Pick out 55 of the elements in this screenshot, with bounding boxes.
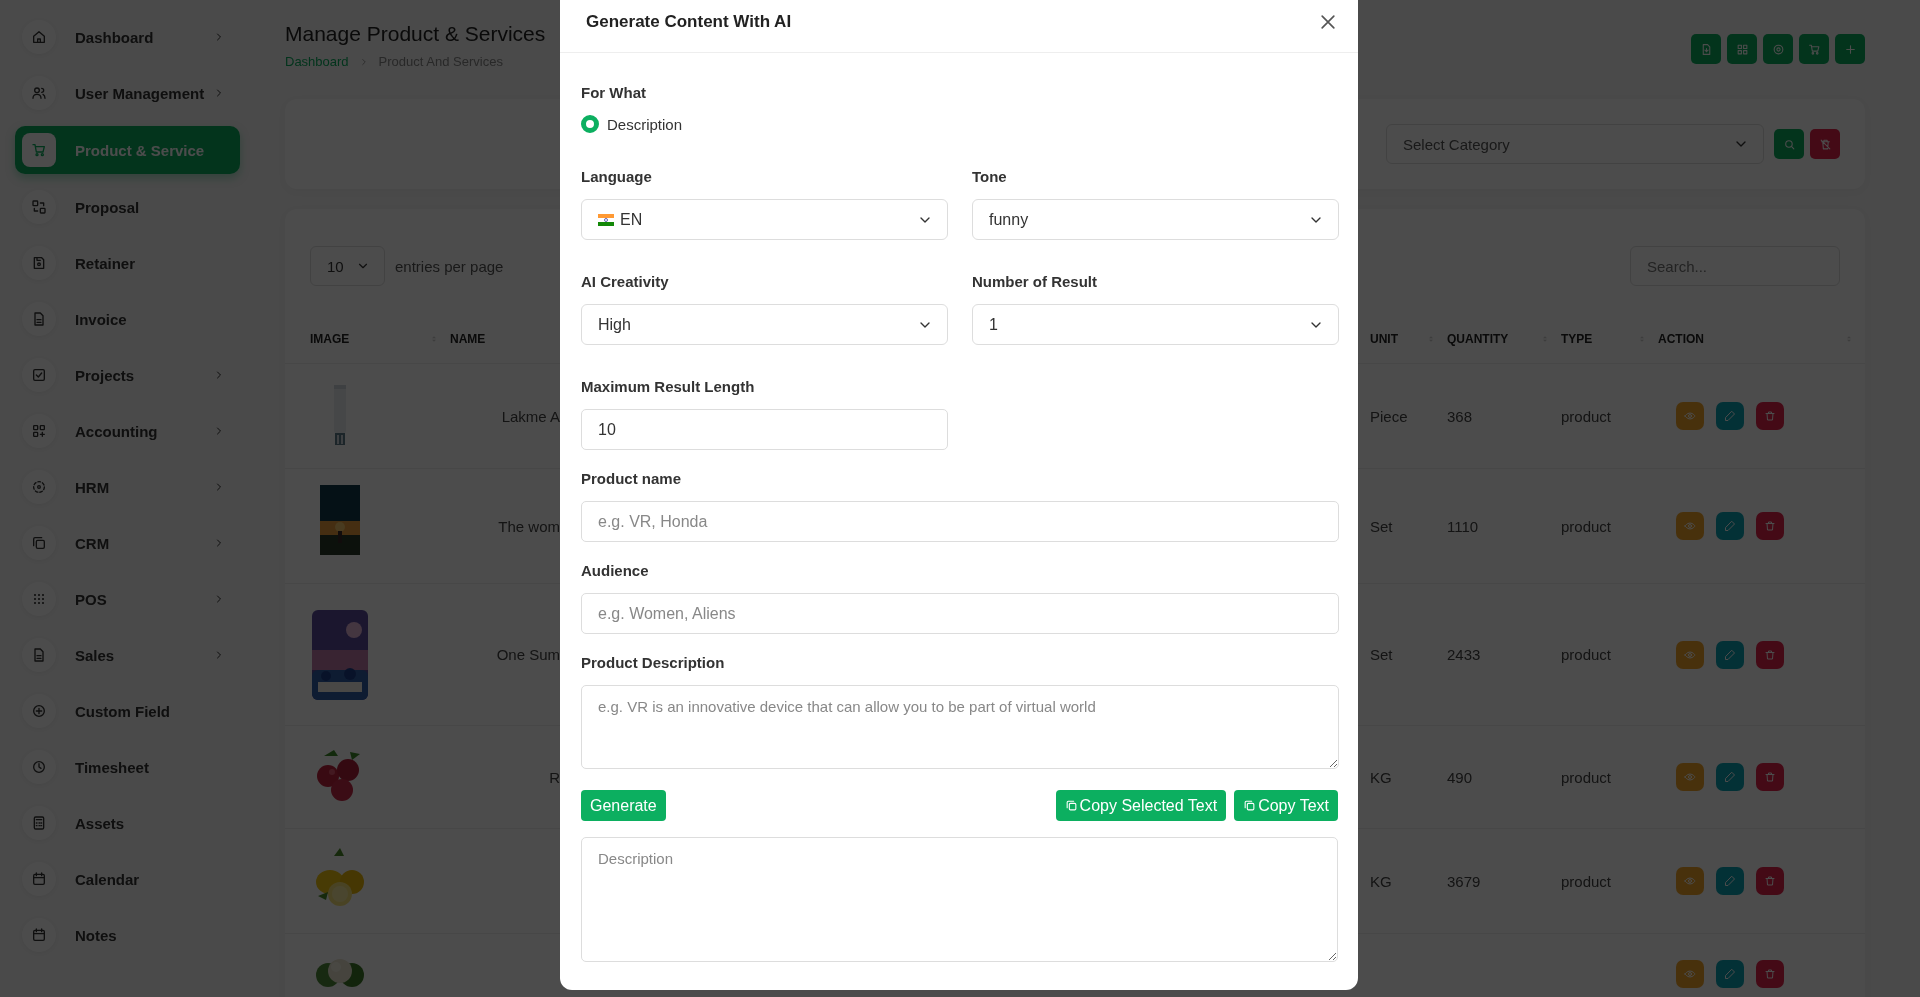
product-name: The wom <box>498 517 560 535</box>
modal-title: Generate Content With AI <box>586 12 792 32</box>
field-label: Number of Result <box>972 273 1098 291</box>
field-label: Audience <box>581 562 650 580</box>
field-label: AI Creativity <box>581 273 670 291</box>
copy-button[interactable]: Copy Selected Text <box>1055 790 1227 821</box>
product-name: One Sum <box>496 646 560 663</box>
table-cell: product <box>1561 872 1612 890</box>
column-header[interactable]: UNIT <box>1370 331 1447 346</box>
table-cell: KG <box>1370 872 1392 890</box>
radio-label[interactable]: Description <box>607 115 683 133</box>
textarea-field[interactable]: e.g. VR is an innovative device that can allow you to be part of virtual world <box>581 685 1339 769</box>
field-label: For What <box>581 84 647 102</box>
field-label: Product name <box>581 470 683 488</box>
close-icon <box>1318 12 1338 32</box>
copy-button[interactable]: Copy Text <box>1234 790 1338 821</box>
table-cell: 2433 <box>1447 646 1481 663</box>
copy-icon <box>1243 799 1257 812</box>
breadcrumb-link[interactable]: Dashboard <box>285 54 349 69</box>
product-name: Lakme A <box>501 407 560 425</box>
column-header[interactable]: TYPE <box>1561 331 1658 346</box>
input-field[interactable]: e.g. VR, Honda <box>581 501 1339 542</box>
select-field[interactable]: funny <box>972 199 1339 240</box>
input-field[interactable]: 10 <box>581 409 948 450</box>
table-cell: Set <box>1370 517 1393 535</box>
result-textarea[interactable]: Description <box>581 837 1338 962</box>
table-cell: product <box>1561 407 1612 425</box>
flag-icon <box>598 213 614 226</box>
select-field[interactable]: High <box>581 304 948 345</box>
table-cell: product <box>1561 768 1612 786</box>
input-field[interactable]: e.g. Women, Aliens <box>581 593 1339 634</box>
column-header[interactable]: QUANTITY <box>1447 331 1561 346</box>
field-label: Language <box>581 168 653 186</box>
field-label: Maximum Result Length <box>581 378 756 396</box>
select-field[interactable]: 1 <box>972 304 1339 345</box>
field-label: Product Description <box>581 654 726 672</box>
table-cell: 368 <box>1447 407 1473 425</box>
table-cell: KG <box>1370 768 1392 786</box>
table-cell: Set <box>1370 646 1393 663</box>
table-cell: 490 <box>1447 768 1473 786</box>
close-button[interactable] <box>1318 12 1338 32</box>
field-label: Tone <box>972 168 1008 186</box>
table-cell: product <box>1561 646 1612 663</box>
radio-button[interactable] <box>581 115 599 133</box>
table-cell: 1110 <box>1447 517 1479 535</box>
page-title: Manage Product & Services <box>285 22 546 46</box>
column-header[interactable]: IMAGE <box>285 331 450 346</box>
generate-button[interactable]: Generate <box>581 790 666 821</box>
copy-icon <box>1064 799 1078 812</box>
table-cell: 3679 <box>1447 872 1481 890</box>
table-cell: Piece <box>1370 407 1408 425</box>
product-name: R <box>549 768 560 786</box>
select-field[interactable]: EN <box>581 199 948 240</box>
column-header[interactable]: ACTION <box>1658 331 1865 346</box>
table-cell: product <box>1561 517 1612 535</box>
